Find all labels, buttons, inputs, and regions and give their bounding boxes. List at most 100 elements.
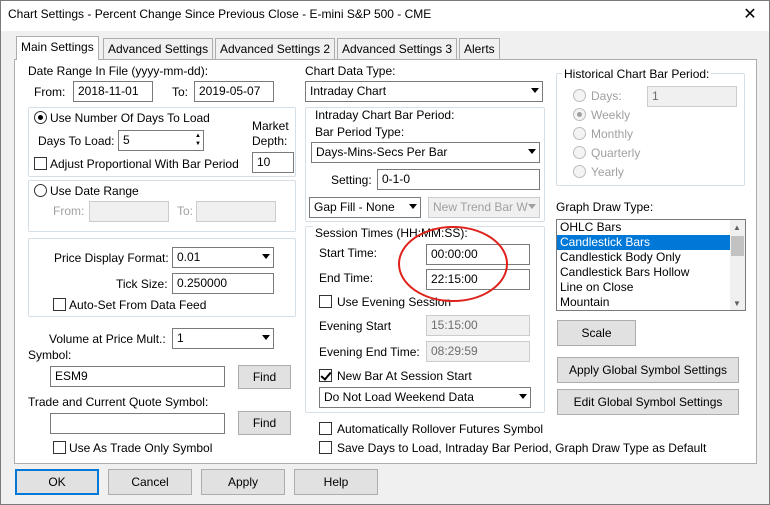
monthly-radio[interactable]: [573, 127, 586, 140]
yearly-radio[interactable]: [573, 165, 586, 178]
volume-mult-select[interactable]: 1: [172, 328, 274, 349]
market-depth-field[interactable]: 10: [252, 152, 294, 173]
window-title: Chart Settings - Percent Change Since Pr…: [8, 7, 432, 21]
new-bar-session-start-label: New Bar At Session Start: [337, 369, 472, 383]
auto-rollover-checkbox[interactable]: [319, 422, 332, 435]
volume-mult-label: Volume at Price Mult.:: [49, 332, 166, 346]
trade-only-checkbox[interactable]: [53, 441, 66, 454]
list-item[interactable]: Candlestick Body Only: [557, 250, 745, 265]
cancel-button[interactable]: Cancel: [108, 469, 192, 495]
trade-symbol-field[interactable]: [50, 413, 225, 434]
stepper-arrows-icon[interactable]: ▲ ▼: [195, 132, 201, 148]
title-bar: Chart Settings - Percent Change Since Pr…: [1, 1, 769, 31]
tab-label: Advanced Settings 2: [220, 42, 331, 56]
chevron-down-icon: [262, 254, 270, 259]
evening-end-field[interactable]: 08:29:59: [426, 341, 530, 362]
evening-start-field[interactable]: 15:15:00: [426, 315, 530, 336]
tick-size-field[interactable]: 0.250000: [172, 273, 274, 294]
date-from-field[interactable]: 2018-11-01: [73, 81, 153, 102]
yearly-label: Yearly: [591, 165, 624, 179]
price-format-value: 0.01: [177, 250, 201, 264]
date-range-from-label: From:: [53, 204, 85, 218]
volume-mult-value: 1: [177, 331, 184, 345]
chevron-up-icon[interactable]: ▲: [733, 223, 741, 232]
evening-start-label: Evening Start: [319, 319, 392, 333]
adjust-proportional-checkbox[interactable]: [34, 157, 47, 170]
gap-fill-select[interactable]: Gap Fill - None: [309, 197, 421, 218]
chevron-down-icon: [528, 149, 536, 154]
save-as-default-label: Save Days to Load, Intraday Bar Period, …: [337, 441, 707, 455]
chevron-down-icon: [409, 204, 417, 209]
use-evening-session-checkbox[interactable]: [319, 295, 332, 308]
weekend-data-select[interactable]: Do Not Load Weekend Data: [319, 387, 531, 408]
monthly-label: Monthly: [591, 127, 634, 141]
list-item[interactable]: Mountain: [557, 295, 745, 310]
list-item[interactable]: Candlestick Bars Hollow: [557, 265, 745, 280]
days-to-load-stepper[interactable]: 5 ▲ ▼: [118, 130, 204, 151]
evening-end-label: Evening End Time:: [319, 345, 420, 359]
trade-symbol-find-button[interactable]: Find: [238, 411, 291, 435]
list-item[interactable]: Line on Close: [557, 280, 745, 295]
scale-button[interactable]: Scale: [557, 320, 636, 346]
edit-global-symbol-settings-button[interactable]: Edit Global Symbol Settings: [557, 389, 739, 415]
auto-set-label: Auto-Set From Data Feed: [69, 298, 207, 312]
save-as-default-checkbox[interactable]: [319, 441, 332, 454]
use-days-radio[interactable]: [34, 111, 47, 124]
list-scrollbar[interactable]: ▲ ▼: [730, 220, 745, 310]
use-date-range-label: Use Date Range: [50, 184, 139, 198]
adjust-proportional-label: Adjust Proportional With Bar Period: [50, 157, 239, 171]
use-date-range-radio[interactable]: [34, 184, 47, 197]
trade-symbol-label: Trade and Current Quote Symbol:: [28, 395, 209, 409]
graph-draw-type-list[interactable]: OHLC Bars Candlestick Bars Candlestick B…: [556, 219, 746, 311]
gap-fill-value: Gap Fill - None: [314, 200, 395, 214]
ok-button[interactable]: OK: [15, 469, 99, 495]
tab-alerts[interactable]: Alerts: [459, 38, 500, 59]
date-range-from-field[interactable]: [89, 201, 169, 222]
quarterly-radio[interactable]: [573, 146, 586, 159]
scrollbar-thumb[interactable]: [731, 236, 744, 256]
chart-data-type-label: Chart Data Type:: [305, 64, 396, 78]
price-format-select[interactable]: 0.01: [172, 247, 274, 268]
tab-label: Advanced Settings: [108, 42, 209, 56]
list-item[interactable]: OHLC Bars: [557, 220, 745, 235]
chart-data-type-select[interactable]: Intraday Chart: [305, 81, 543, 102]
auto-set-checkbox[interactable]: [53, 298, 66, 311]
help-button[interactable]: Help: [294, 469, 378, 495]
close-icon[interactable]: ✕: [737, 3, 763, 27]
date-range-heading: Date Range In File (yyyy-mm-dd):: [28, 64, 209, 78]
new-bar-session-start-checkbox[interactable]: [319, 369, 332, 382]
new-trend-bar-value: New Trend Bar W: [433, 200, 528, 214]
annotation-circle: [398, 226, 508, 302]
tab-label: Advanced Settings 3: [342, 42, 453, 56]
tick-size-label: Tick Size:: [116, 277, 168, 291]
tab-main-settings[interactable]: Main Settings: [16, 36, 99, 60]
market-depth-label-1: Market: [252, 119, 289, 133]
chevron-down-icon: [528, 204, 536, 209]
tab-advanced-settings-2[interactable]: Advanced Settings 2: [215, 38, 336, 59]
chart-data-type-value: Intraday Chart: [310, 84, 387, 98]
setting-label: Setting:: [331, 173, 372, 187]
historical-days-radio[interactable]: [573, 89, 586, 102]
tab-advanced-settings[interactable]: Advanced Settings: [103, 38, 214, 59]
bar-period-type-select[interactable]: Days-Mins-Secs Per Bar: [311, 142, 540, 163]
chevron-down-icon[interactable]: ▼: [733, 299, 741, 308]
list-item[interactable]: Candlestick Bars: [557, 235, 745, 250]
apply-button[interactable]: Apply: [201, 469, 285, 495]
setting-field[interactable]: 0-1-0: [377, 169, 540, 190]
historical-days-field[interactable]: 1: [647, 86, 737, 107]
days-to-load-value: 5: [123, 133, 130, 147]
date-to-field[interactable]: 2019-05-07: [194, 81, 274, 102]
to-label: To:: [172, 85, 189, 99]
symbol-find-button[interactable]: Find: [238, 365, 291, 389]
weekly-label: Weekly: [591, 108, 631, 122]
price-format-label: Price Display Format:: [54, 251, 169, 265]
tab-advanced-settings-3[interactable]: Advanced Settings 3: [337, 38, 458, 59]
intraday-heading: Intraday Chart Bar Period:: [313, 108, 457, 122]
symbol-field[interactable]: ESM9: [50, 366, 225, 387]
apply-global-symbol-settings-button[interactable]: Apply Global Symbol Settings: [557, 357, 739, 383]
graph-draw-type-label: Graph Draw Type:: [556, 200, 654, 214]
new-trend-bar-select[interactable]: New Trend Bar W: [428, 197, 540, 218]
weekly-radio[interactable]: [573, 108, 586, 121]
end-time-label: End Time:: [319, 271, 374, 285]
date-range-to-field[interactable]: [196, 201, 276, 222]
